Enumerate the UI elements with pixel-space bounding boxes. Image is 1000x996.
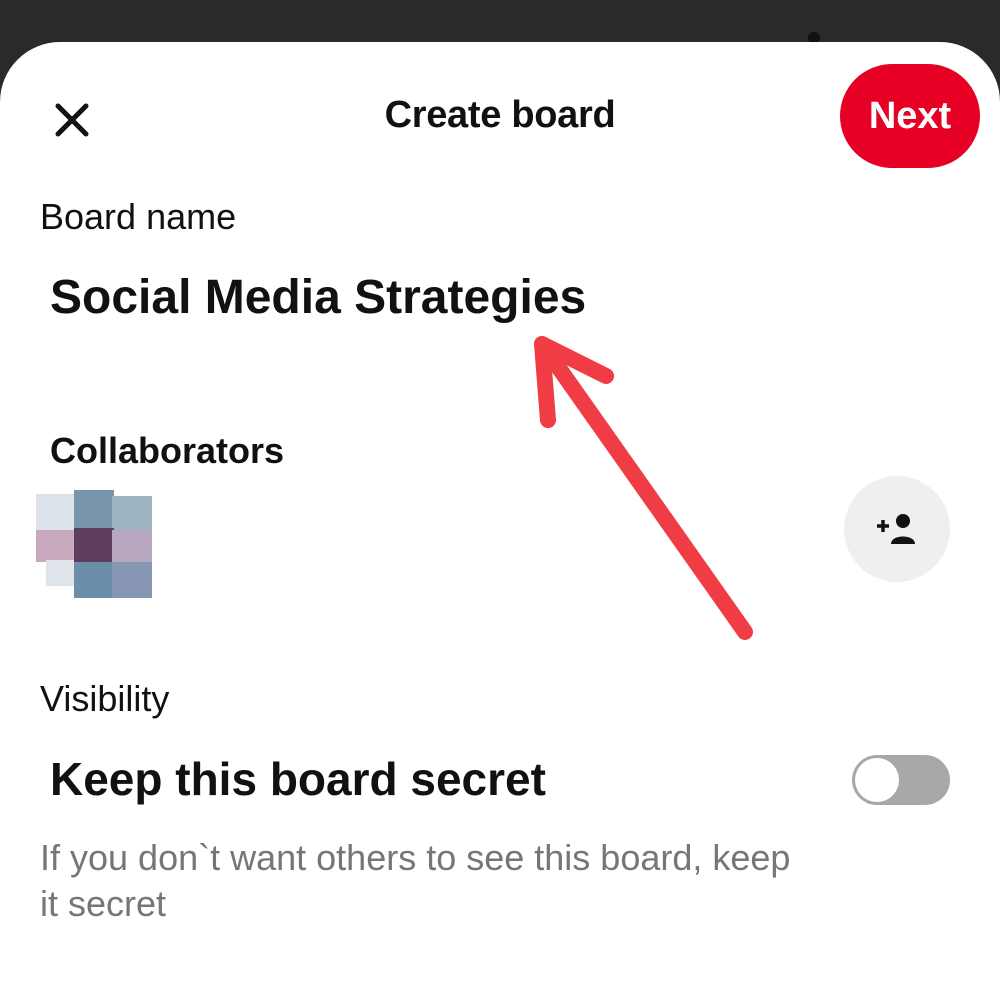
keep-secret-toggle[interactable] <box>852 755 950 805</box>
keep-secret-title: Keep this board secret <box>50 753 546 805</box>
add-person-icon <box>877 514 915 544</box>
keep-secret-description: If you don`t want others to see this boa… <box>40 837 791 924</box>
board-name-input[interactable] <box>38 262 782 332</box>
add-collaborator-button[interactable] <box>844 476 950 582</box>
visibility-label: Visibility <box>40 678 170 719</box>
next-button[interactable]: Next <box>840 64 980 168</box>
collaborators-label: Collaborators <box>50 430 285 471</box>
avatar <box>36 490 152 598</box>
toggle-knob <box>855 758 899 802</box>
create-board-sheet: Create board Next Board name Collaborato… <box>0 42 1000 996</box>
board-name-label: Board name <box>40 196 237 237</box>
